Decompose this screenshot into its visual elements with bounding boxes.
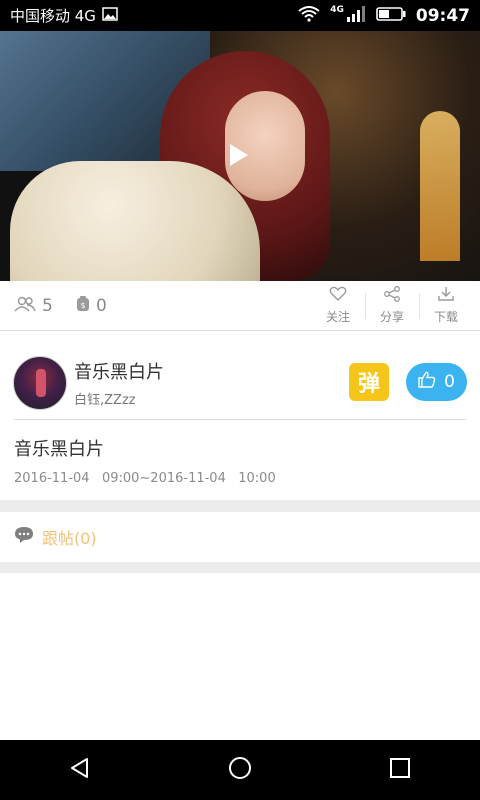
share-button[interactable]: 分享 — [369, 286, 415, 325]
download-icon — [437, 286, 455, 305]
avatar[interactable] — [13, 356, 67, 410]
clock: 09:47 — [415, 5, 470, 26]
thumbs-up-icon — [418, 371, 436, 393]
schedule-date-range: 2016-11-04 09:00~2016-11-04 10:00 — [14, 471, 276, 486]
coins-stat: $ 0 — [76, 281, 107, 331]
follow-label: 关注 — [325, 310, 350, 324]
back-button[interactable] — [50, 740, 110, 800]
status-left: 中国移动 4G — [10, 5, 118, 26]
system-nav-bar — [0, 740, 480, 800]
back-icon — [68, 756, 92, 784]
image-icon — [102, 6, 118, 25]
heart-icon — [329, 286, 347, 305]
viewers-count: 5 — [42, 296, 53, 316]
viewers-stat: 5 — [14, 281, 53, 331]
channel-title[interactable]: 音乐黑白片 — [74, 358, 164, 384]
download-label: 下载 — [433, 310, 458, 324]
carrier-label: 中国移动 4G — [10, 7, 96, 25]
battery-icon — [376, 6, 406, 26]
wifi-icon — [298, 5, 320, 26]
status-bar: 中国移动 4G 4G 09:47 — [0, 0, 480, 31]
coins-count: 0 — [96, 296, 107, 316]
replies-label[interactable]: 跟帖(0) — [42, 525, 97, 549]
signal-icon — [346, 5, 366, 26]
replies-row[interactable]: 跟帖(0) — [0, 512, 480, 562]
status-right: 4G 09:47 — [298, 4, 470, 26]
follow-button[interactable]: 关注 — [315, 286, 361, 325]
like-count: 0 — [444, 372, 455, 392]
stats-bar: 5 $ 0 关注 分享 下载 — [0, 281, 480, 331]
action-divider — [419, 293, 420, 319]
svg-text:$: $ — [80, 301, 85, 310]
home-icon — [227, 755, 253, 785]
share-label: 分享 — [379, 310, 404, 324]
coins-icon: $ — [76, 295, 90, 317]
network-type: 4G — [330, 4, 344, 15]
divider — [14, 419, 466, 420]
danmu-label: 弹 — [357, 372, 380, 397]
users-icon — [14, 296, 36, 317]
content-title: 音乐黑白片 — [14, 439, 104, 460]
channel-header: 音乐黑白片 白钰,ZZzz 弹 0 — [0, 331, 480, 421]
video-thumbnail-figure-body — [10, 161, 260, 281]
section-divider — [0, 500, 480, 512]
download-button[interactable]: 下载 — [423, 286, 469, 325]
channel-subtitle: 白钰,ZZzz — [74, 393, 136, 408]
share-icon — [383, 286, 401, 305]
play-icon[interactable] — [230, 144, 248, 166]
section-divider — [0, 562, 480, 573]
home-button[interactable] — [210, 740, 270, 800]
recent-apps-button[interactable] — [370, 740, 430, 800]
comment-icon — [14, 526, 34, 548]
video-player[interactable] — [0, 31, 480, 281]
danmu-toggle-button[interactable]: 弹 — [349, 363, 389, 401]
action-divider — [365, 293, 366, 319]
video-background-light — [420, 111, 460, 261]
like-button[interactable]: 0 — [406, 363, 467, 401]
recent-apps-icon — [388, 756, 412, 784]
